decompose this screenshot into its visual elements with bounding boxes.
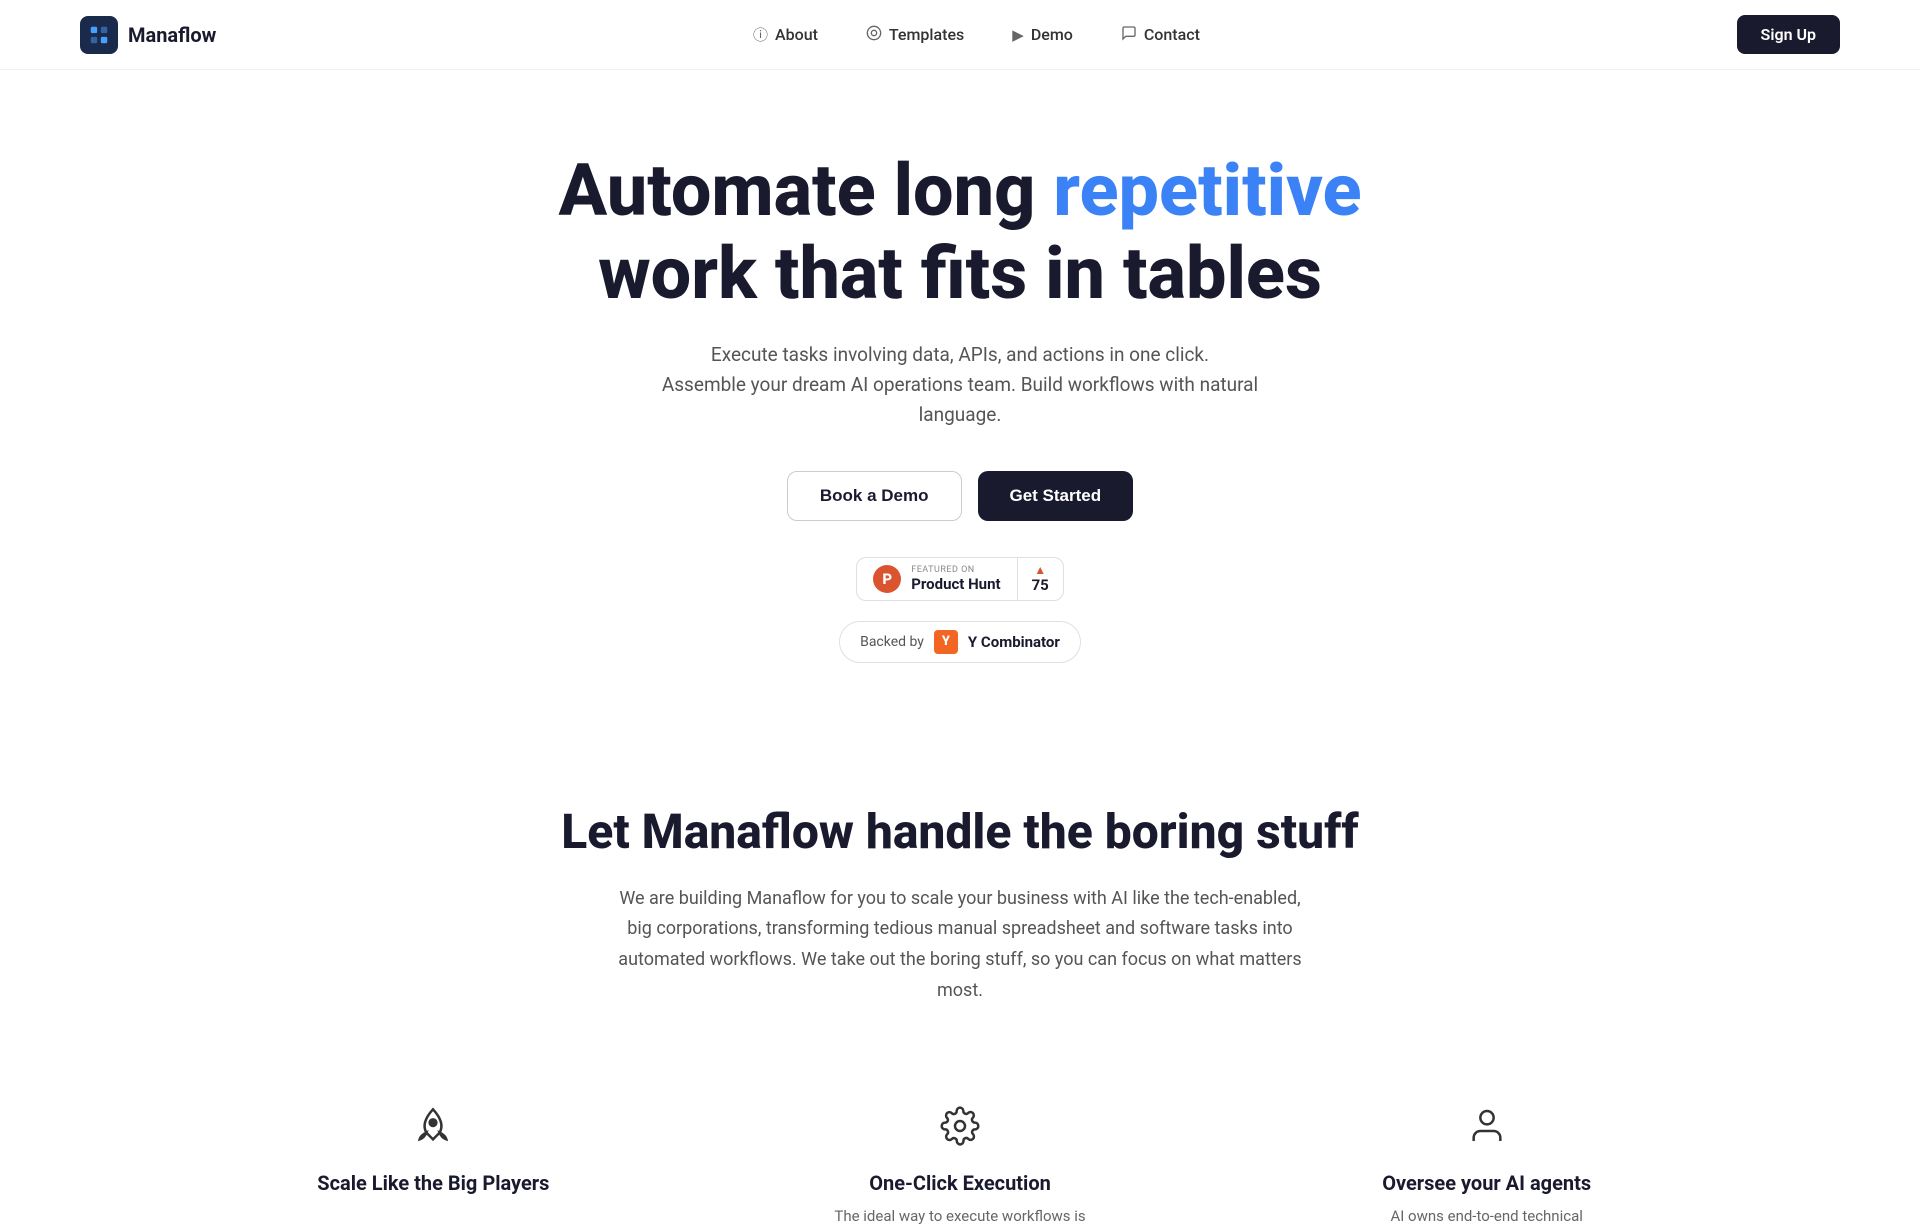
feature-agents-desc: AI owns end-to-end technical xyxy=(1390,1205,1582,1228)
contact-icon xyxy=(1121,25,1137,45)
nav-templates-label: Templates xyxy=(889,25,964,44)
nav-links: ⓘ About Templates ▶ Demo xyxy=(753,24,1200,45)
hero-title-highlight: repetitive xyxy=(1053,148,1361,233)
templates-icon xyxy=(866,25,882,45)
feature-execution-title: One-Click Execution xyxy=(869,1171,1051,1195)
nav-about-label: About xyxy=(775,25,818,44)
signup-button[interactable]: Sign Up xyxy=(1737,15,1840,54)
get-started-button[interactable]: Get Started xyxy=(978,471,1134,521)
yc-backed-by: Backed by xyxy=(860,634,924,650)
person-icon xyxy=(1467,1106,1507,1155)
nav-item-about[interactable]: ⓘ About xyxy=(753,24,818,45)
section-description: We are building Manaflow for you to scal… xyxy=(610,884,1310,1006)
yc-badge: Backed by Y Y Combinator xyxy=(839,621,1081,663)
logo-text: Manaflow xyxy=(128,23,216,47)
logo-icon xyxy=(80,16,118,54)
about-icon: ⓘ xyxy=(753,24,768,45)
ph-count: 75 xyxy=(1032,576,1049,594)
logo-link[interactable]: Manaflow xyxy=(80,16,216,54)
product-hunt-badge[interactable]: P FEATURED ON Product Hunt ▲ 75 xyxy=(856,557,1064,601)
section-title: Let Manaflow handle the boring stuff xyxy=(200,803,1720,860)
feature-agents-title: Oversee your AI agents xyxy=(1382,1171,1591,1195)
hero-buttons: Book a Demo Get Started xyxy=(787,471,1133,521)
navbar: Manaflow ⓘ About Templates ▶ Demo xyxy=(0,0,1920,70)
hero-title-part1: Automate long xyxy=(558,148,1053,233)
hero-title-part2: work that fits in tables xyxy=(598,231,1322,316)
gear-icon xyxy=(940,1106,980,1155)
ph-left: P FEATURED ON Product Hunt xyxy=(857,565,1016,593)
ph-vote-count: ▲ 75 xyxy=(1018,564,1063,594)
feature-scale: Scale Like the Big Players xyxy=(200,1106,667,1228)
nav-item-demo[interactable]: ▶ Demo xyxy=(1012,25,1073,44)
nav-contact-label: Contact xyxy=(1144,25,1200,44)
boring-stuff-section: Let Manaflow handle the boring stuff We … xyxy=(0,723,1920,1106)
feature-agents: Oversee your AI agents AI owns end-to-en… xyxy=(1253,1106,1720,1228)
ph-text-block: FEATURED ON Product Hunt xyxy=(911,565,1000,593)
book-demo-button[interactable]: Book a Demo xyxy=(787,471,962,521)
feature-scale-title: Scale Like the Big Players xyxy=(317,1171,549,1195)
ph-product-hunt: Product Hunt xyxy=(911,575,1000,593)
ph-p-icon: P xyxy=(873,565,901,593)
yc-combinator-text: Y Combinator xyxy=(968,633,1060,651)
ph-arrow-icon: ▲ xyxy=(1034,564,1046,576)
feature-execution: One-Click Execution The ideal way to exe… xyxy=(727,1106,1194,1228)
hero-subtitle-line1: Execute tasks involving data, APIs, and … xyxy=(711,343,1209,366)
nav-item-templates[interactable]: Templates xyxy=(866,25,964,45)
yc-logo-icon: Y xyxy=(934,630,958,654)
features-row: Scale Like the Big Players One-Click Exe… xyxy=(0,1106,1920,1228)
hero-subtitle-line2: Assemble your dream AI operations team. … xyxy=(662,373,1258,426)
nav-item-contact[interactable]: Contact xyxy=(1121,25,1200,45)
hero-section: Automate long repetitive work that fits … xyxy=(0,70,1920,723)
feature-execution-desc: The ideal way to execute workflows is xyxy=(834,1205,1085,1228)
hero-title: Automate long repetitive work that fits … xyxy=(510,150,1410,316)
demo-icon: ▶ xyxy=(1012,26,1024,44)
nav-demo-label: Demo xyxy=(1031,25,1073,44)
hero-subtitle: Execute tasks involving data, APIs, and … xyxy=(660,340,1260,431)
rocket-icon xyxy=(413,1106,453,1155)
ph-featured-on: FEATURED ON xyxy=(911,565,975,575)
